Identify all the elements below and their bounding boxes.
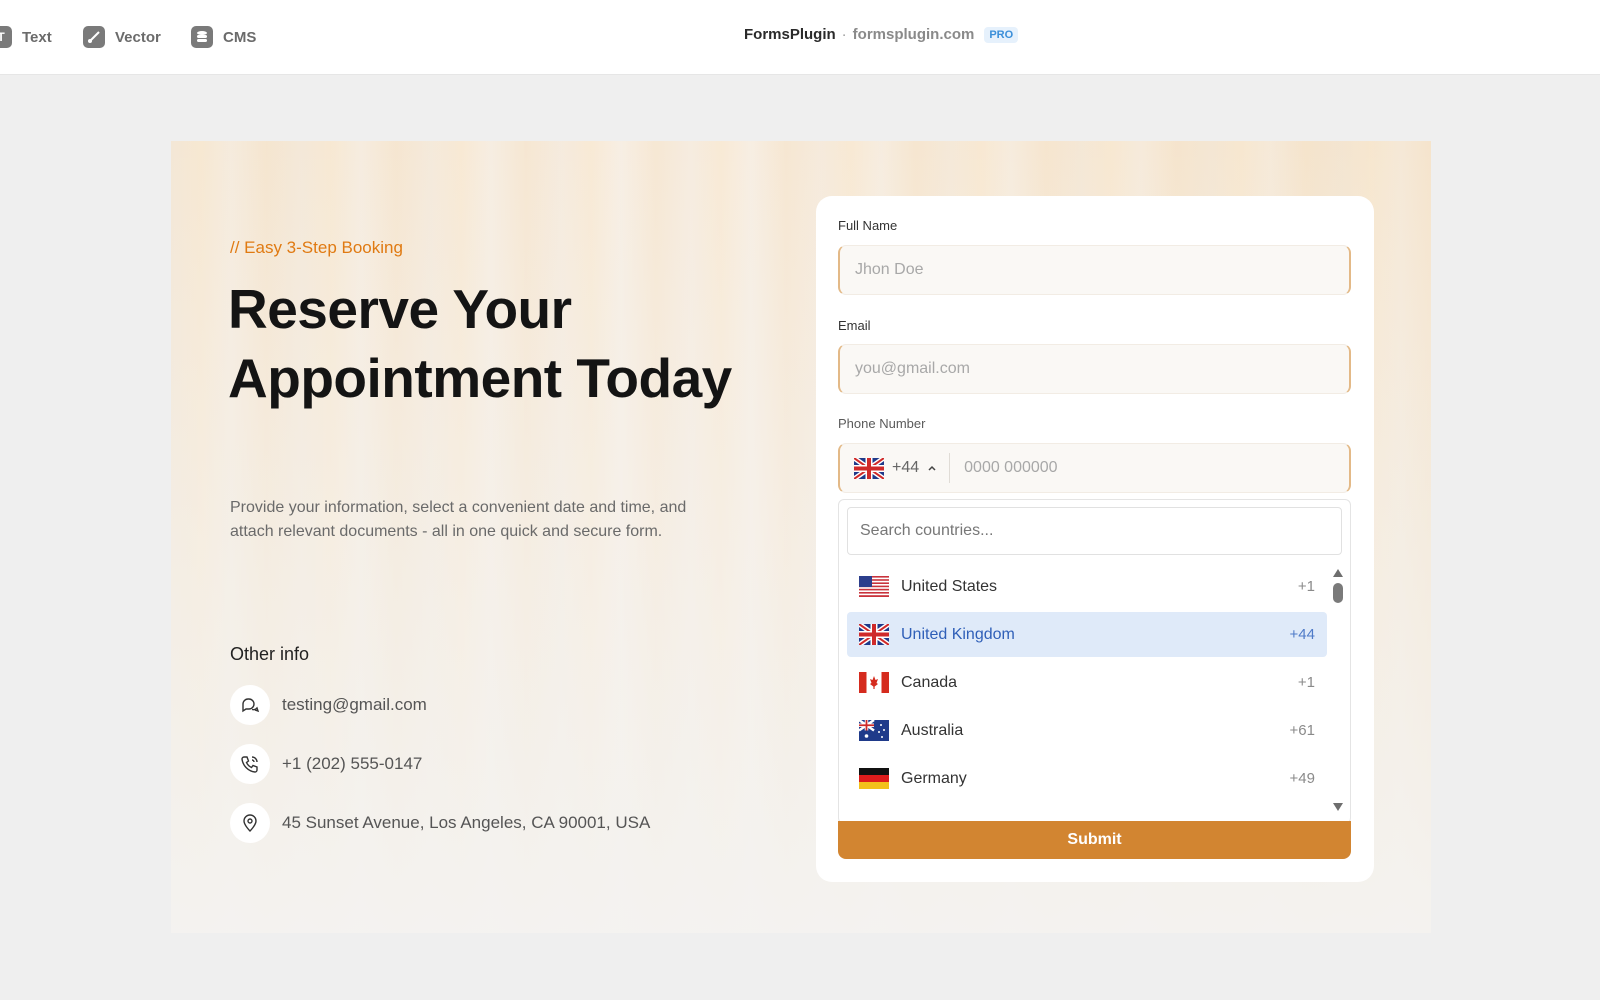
top-toolbar: T Text Vector CMS FormsPlugin · formsplu… xyxy=(0,0,1600,75)
hero-headline: Reserve Your Appointment Today xyxy=(228,278,732,409)
selected-country-code: +44 xyxy=(892,459,920,476)
country-option-germany[interactable]: Germany +49 xyxy=(847,756,1327,801)
scroll-down-arrow-icon[interactable] xyxy=(1333,803,1343,811)
full-name-input[interactable]: Jhon Doe xyxy=(838,245,1351,295)
toolbar-vector-tool[interactable]: Vector xyxy=(83,24,161,50)
contact-email-row: testing@gmail.com xyxy=(230,685,427,725)
uk-flag-icon xyxy=(859,624,889,645)
phone-label: Phone Number xyxy=(838,416,926,431)
country-option-canada[interactable]: Canada +1 xyxy=(847,660,1327,705)
country-search-input[interactable]: Search countries... xyxy=(847,507,1342,555)
australia-flag-icon xyxy=(859,720,889,741)
brand-separator: · xyxy=(841,26,847,43)
contact-address-row: 45 Sunset Avenue, Los Angeles, CA 90001,… xyxy=(230,803,650,843)
hero-kicker: // Easy 3-Step Booking xyxy=(230,238,403,257)
us-flag-icon xyxy=(859,576,889,597)
toolbar-cms-label: CMS xyxy=(223,28,257,46)
database-icon xyxy=(191,26,213,48)
dropdown-scrollbar-thumb[interactable] xyxy=(1333,583,1343,603)
site-brand: FormsPlugin · formsplugin.com PRO xyxy=(744,26,1019,43)
booking-hero-section: // Easy 3-Step Booking Reserve Your Appo… xyxy=(171,141,1431,933)
chat-icon xyxy=(230,685,270,725)
country-code: +1 xyxy=(1297,674,1315,691)
country-code: +49 xyxy=(1289,770,1315,787)
vector-icon xyxy=(83,26,105,48)
contact-phone[interactable]: +1 (202) 555-0147 xyxy=(282,754,422,774)
hero-lead-text: Provide your information, select a conve… xyxy=(230,499,687,540)
country-code: +61 xyxy=(1289,722,1315,739)
toolbar-text-tool[interactable]: T Text xyxy=(0,24,52,50)
country-dropdown: Search countries... United States +1 Uni… xyxy=(838,499,1351,824)
uk-flag-icon xyxy=(854,457,884,479)
brand-name: FormsPlugin xyxy=(744,26,836,43)
phone-field: +44 0000 000000 xyxy=(838,443,1351,493)
country-name: Germany xyxy=(901,769,967,787)
phone-icon xyxy=(230,744,270,784)
country-code-selector[interactable]: +44 xyxy=(854,453,951,483)
contact-address: 45 Sunset Avenue, Los Angeles, CA 90001,… xyxy=(282,813,651,832)
email-label: Email xyxy=(838,318,871,333)
country-option-united-states[interactable]: United States +1 xyxy=(847,564,1327,609)
pro-badge: PRO xyxy=(984,26,1019,43)
country-name: Australia xyxy=(901,721,964,739)
country-code: +1 xyxy=(1297,578,1315,595)
country-code: +44 xyxy=(1289,626,1315,643)
country-list: United States +1 United Kingdom +44 Cana… xyxy=(847,564,1327,804)
text-icon: T xyxy=(0,26,12,48)
submit-button[interactable]: Submit xyxy=(838,821,1351,859)
country-option-united-kingdom[interactable]: United Kingdom +44 xyxy=(847,612,1327,657)
chevron-up-icon xyxy=(928,465,936,471)
other-info-title: Other info xyxy=(230,644,310,664)
contact-phone-row: +1 (202) 555-0147 xyxy=(230,744,422,784)
phone-number-input[interactable]: 0000 000000 xyxy=(950,459,1057,477)
country-name: United States xyxy=(901,577,998,595)
map-pin-icon xyxy=(230,803,270,843)
brand-url[interactable]: formsplugin.com xyxy=(853,26,975,43)
contact-email[interactable]: testing@gmail.com xyxy=(282,695,427,715)
full-name-label: Full Name xyxy=(838,218,898,233)
email-input[interactable]: you@gmail.com xyxy=(838,344,1351,394)
booking-form-card: Full Name Jhon Doe Email you@gmail.com P… xyxy=(816,196,1374,882)
toolbar-text-label: Text xyxy=(22,28,52,46)
country-name: Canada xyxy=(901,673,958,691)
toolbar-vector-label: Vector xyxy=(115,28,161,46)
germany-flag-icon xyxy=(859,768,889,789)
country-name: United Kingdom xyxy=(901,625,1015,643)
toolbar-cms-tool[interactable]: CMS xyxy=(191,24,256,50)
country-option-australia[interactable]: Australia +61 xyxy=(847,708,1327,753)
scroll-up-arrow-icon[interactable] xyxy=(1333,569,1343,577)
canada-flag-icon xyxy=(859,672,889,693)
